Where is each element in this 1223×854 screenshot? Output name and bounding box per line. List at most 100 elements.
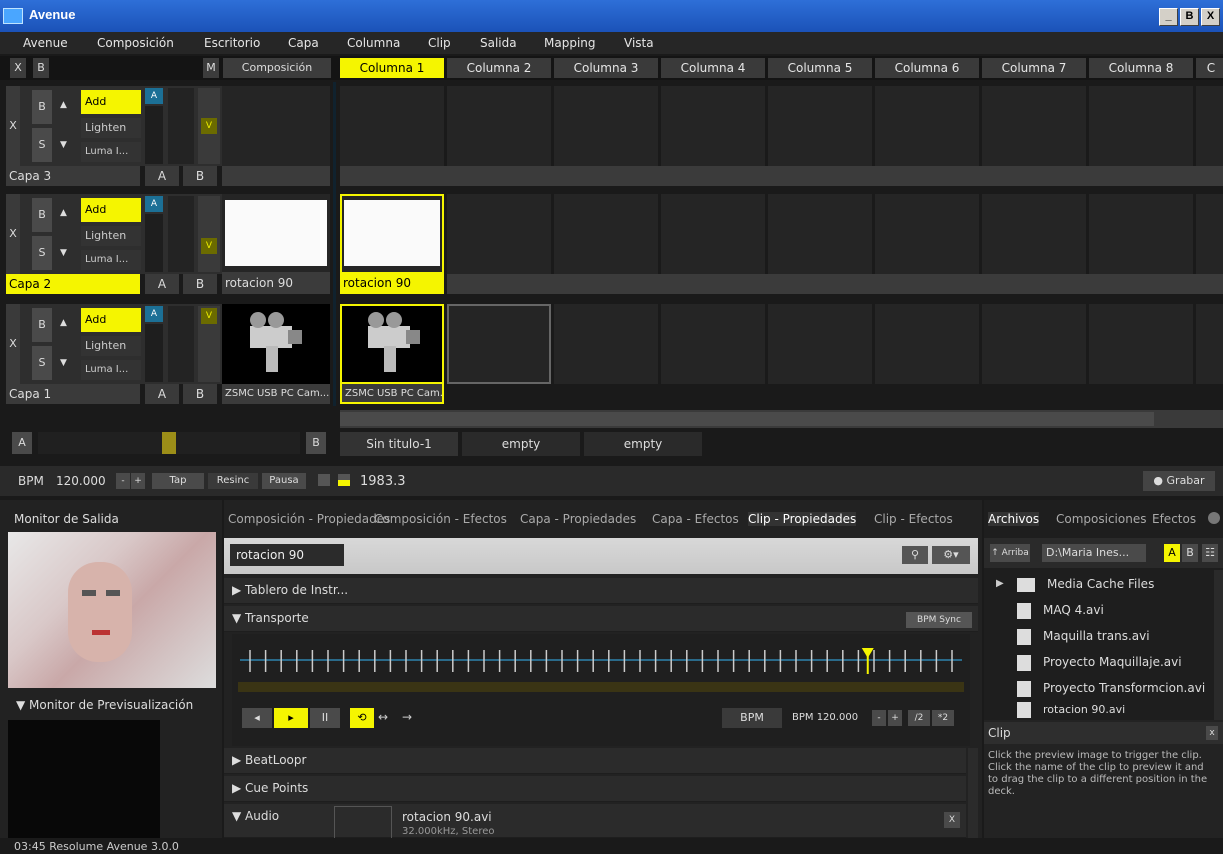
deck-tab-2[interactable]: empty: [462, 432, 580, 456]
layer-3-preview[interactable]: [222, 86, 330, 170]
clip-bpm-plus[interactable]: +: [888, 710, 902, 726]
file-item[interactable]: Proyecto Maquillaje.avi: [1017, 650, 1182, 674]
double-bpm-button[interactable]: *2: [932, 710, 954, 726]
clip-slot[interactable]: [768, 86, 872, 166]
layer-up-icon[interactable]: ▲: [60, 318, 67, 328]
blend-option-lighten[interactable]: Lighten: [81, 226, 141, 246]
loop-icon[interactable]: ⟲: [350, 708, 374, 728]
transport-section[interactable]: ▼ Transporte: [224, 606, 978, 632]
file-item[interactable]: Media Cache Files: [1017, 572, 1154, 596]
beatloopr-section[interactable]: ▶ BeatLoopr: [224, 748, 966, 774]
clip-bpm-minus[interactable]: -: [872, 710, 886, 726]
tab-composicion-propiedades[interactable]: Composición - Propiedades: [228, 512, 390, 526]
preview-monitor-title[interactable]: ▼ Monitor de Previsualización: [16, 698, 193, 712]
view-toggle-icon[interactable]: ☷: [1202, 544, 1218, 562]
column-2-header[interactable]: Columna 2: [447, 58, 551, 78]
play-forward-button[interactable]: ▸: [274, 708, 308, 728]
layer-video-button[interactable]: V: [201, 238, 217, 254]
bpm-mode-select[interactable]: BPM: [722, 708, 782, 728]
layer-2-preview[interactable]: [222, 194, 330, 274]
bpm-plus-button[interactable]: +: [131, 473, 145, 489]
column-8-header[interactable]: Columna 8: [1089, 58, 1193, 78]
clip-name-field[interactable]: rotacion 90: [230, 544, 344, 566]
layer-3-a[interactable]: A: [145, 166, 179, 186]
clip-slot[interactable]: [447, 86, 551, 166]
layer-video-button[interactable]: V: [201, 308, 217, 324]
column-4-header[interactable]: Columna 4: [661, 58, 765, 78]
clip-slot-active[interactable]: [340, 304, 444, 384]
column-3-header[interactable]: Columna 3: [554, 58, 658, 78]
resync-button[interactable]: Resinc: [208, 473, 258, 489]
tablero-section[interactable]: ▶ Tablero de Instr...: [224, 578, 978, 604]
clip-slot[interactable]: [768, 304, 872, 384]
tab-archivos[interactable]: Archivos: [988, 512, 1040, 526]
clip-slot[interactable]: [1196, 194, 1223, 274]
layer-down-icon[interactable]: ▼: [60, 358, 67, 368]
clip-slot-hover[interactable]: [447, 304, 551, 384]
layer-video-button[interactable]: V: [201, 118, 217, 134]
cue-points-section[interactable]: ▶ Cue Points: [224, 776, 966, 802]
clip-slot[interactable]: [340, 86, 444, 166]
clear-all-button[interactable]: X: [10, 58, 26, 78]
column-6-header[interactable]: Columna 6: [875, 58, 979, 78]
pause-icon[interactable]: II: [310, 708, 340, 728]
clip-slot[interactable]: [875, 304, 979, 384]
layer-bypass-button[interactable]: B: [32, 90, 52, 124]
layer-opacity-slider[interactable]: [145, 324, 163, 382]
file-item[interactable]: Maquilla trans.avi: [1017, 624, 1150, 648]
scrollbar-thumb[interactable]: [340, 412, 1154, 426]
audio-section-label[interactable]: ▼ Audio: [232, 809, 279, 823]
layer-a-button[interactable]: A: [145, 88, 163, 104]
clip-slot[interactable]: [1089, 86, 1193, 166]
layer-opacity-slider[interactable]: [145, 214, 163, 272]
crossfader-a-button[interactable]: A: [12, 432, 32, 454]
up-folder-button[interactable]: ↑ Arriba: [990, 544, 1030, 562]
layer-a-button[interactable]: A: [145, 306, 163, 322]
deck-tab-3[interactable]: empty: [584, 432, 702, 456]
layer-2-preview-name[interactable]: rotacion 90: [222, 272, 330, 294]
play-once-icon[interactable]: →: [402, 710, 412, 724]
target-b-button[interactable]: B: [1182, 544, 1198, 562]
bounce-icon[interactable]: ↔: [378, 710, 388, 724]
layer-1-preview-name[interactable]: ZSMC USB PC Cam...: [222, 384, 330, 404]
layer-2-b[interactable]: B: [183, 274, 217, 294]
clip-slot[interactable]: [982, 86, 1086, 166]
crossfader-b-button[interactable]: B: [306, 432, 326, 454]
layer-clear-button[interactable]: X: [6, 86, 20, 166]
blend-option-lighten[interactable]: Lighten: [81, 118, 141, 138]
file-item[interactable]: Proyecto Transformcion.avi: [1017, 676, 1205, 700]
column-9-header[interactable]: C: [1196, 58, 1223, 78]
play-backward-button[interactable]: ◂: [242, 708, 272, 728]
maximize-button[interactable]: B: [1180, 8, 1199, 26]
tab-composicion-efectos[interactable]: Composición - Efectos: [374, 512, 507, 526]
minimize-button[interactable]: _: [1159, 8, 1178, 26]
clip-slot[interactable]: [447, 194, 551, 274]
path-select[interactable]: D:\Maria Ines...: [1042, 544, 1146, 562]
layer-1-b[interactable]: B: [183, 384, 217, 404]
bypass-all-button[interactable]: B: [33, 58, 49, 78]
layer-fader[interactable]: [168, 196, 194, 272]
composition-header[interactable]: Composición: [223, 58, 331, 78]
menu-clip[interactable]: Clip: [428, 36, 451, 50]
pause-button[interactable]: Pausa: [262, 473, 306, 489]
tab-efectos[interactable]: Efectos: [1152, 512, 1196, 526]
clip-1-name[interactable]: rotacion 90: [340, 272, 444, 294]
layer-clear-button[interactable]: X: [6, 194, 20, 274]
menu-salida[interactable]: Salida: [480, 36, 517, 50]
clip-slot-active[interactable]: [340, 194, 444, 274]
layer-up-icon[interactable]: ▲: [60, 100, 67, 110]
blend-mode-select[interactable]: Add: [81, 90, 141, 114]
tab-capa-efectos[interactable]: Capa - Efectos: [652, 512, 739, 526]
tap-button[interactable]: Tap: [152, 473, 204, 489]
layer-down-icon[interactable]: ▼: [60, 248, 67, 258]
file-item[interactable]: rotacion 90.avi: [1017, 702, 1125, 718]
blend-mode-select[interactable]: Add: [81, 308, 141, 332]
gear-icon[interactable]: ⚙▾: [932, 546, 970, 564]
clip-slot[interactable]: [982, 304, 1086, 384]
clip-slot[interactable]: [554, 194, 658, 274]
clip-slot[interactable]: [1089, 194, 1193, 274]
column-5-header[interactable]: Columna 5: [768, 58, 872, 78]
menu-columna[interactable]: Columna: [347, 36, 400, 50]
layer-2-name[interactable]: Capa 2: [6, 274, 140, 294]
folder-expand-icon[interactable]: ▶: [996, 578, 1004, 589]
